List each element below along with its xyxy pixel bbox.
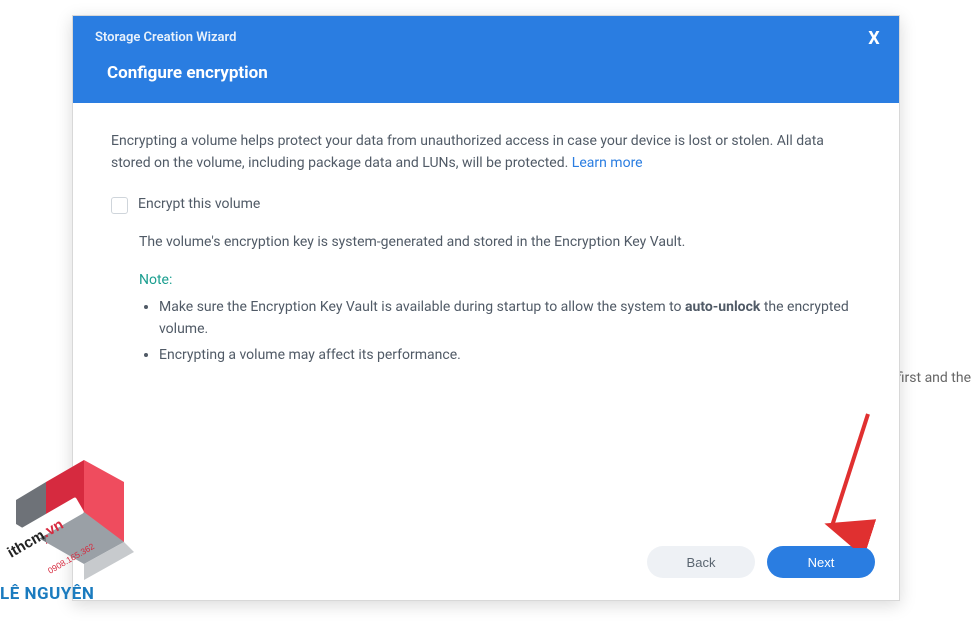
wizard-dialog: Storage Creation Wizard Configure encryp… bbox=[72, 15, 900, 601]
note-item-2-pre: Encrypting a volume may affect its perfo… bbox=[159, 347, 461, 363]
encrypt-checkbox-row: Encrypt this volume bbox=[111, 194, 861, 216]
note-item-1: Make sure the Encryption Key Vault is av… bbox=[159, 297, 861, 340]
close-icon[interactable]: X bbox=[865, 30, 883, 48]
note-item-2: Encrypting a volume may affect its perfo… bbox=[159, 345, 861, 367]
note-list: Make sure the Encryption Key Vault is av… bbox=[159, 297, 861, 366]
encrypt-checkbox[interactable] bbox=[111, 197, 128, 214]
dialog-header: Storage Creation Wizard Configure encryp… bbox=[73, 16, 899, 103]
dialog-footer: Back Next bbox=[73, 532, 899, 600]
indented-content: The volume's encryption key is system-ge… bbox=[139, 232, 861, 366]
intro-paragraph: Encrypting a volume helps protect your d… bbox=[111, 131, 861, 174]
background-text: first and the bbox=[897, 370, 971, 386]
watermark-tld: .vn bbox=[39, 516, 66, 542]
note-label: Note: bbox=[139, 270, 861, 292]
note-item-1-bold: auto-unlock bbox=[685, 299, 760, 315]
key-description: The volume's encryption key is system-ge… bbox=[139, 232, 861, 254]
dialog-subtitle: Configure encryption bbox=[107, 63, 877, 83]
svg-text:ithcm.vn: ithcm.vn bbox=[5, 516, 67, 562]
back-button[interactable]: Back bbox=[647, 546, 755, 578]
encrypt-checkbox-label: Encrypt this volume bbox=[138, 194, 260, 216]
next-button[interactable]: Next bbox=[767, 546, 875, 578]
note-item-1-pre: Make sure the Encryption Key Vault is av… bbox=[159, 299, 685, 315]
dialog-body: Encrypting a volume helps protect your d… bbox=[73, 103, 899, 532]
intro-text: Encrypting a volume helps protect your d… bbox=[111, 133, 824, 171]
watermark-domain: ithcm bbox=[5, 527, 48, 562]
dialog-title: Storage Creation Wizard bbox=[95, 30, 877, 45]
learn-more-link[interactable]: Learn more bbox=[572, 155, 643, 171]
